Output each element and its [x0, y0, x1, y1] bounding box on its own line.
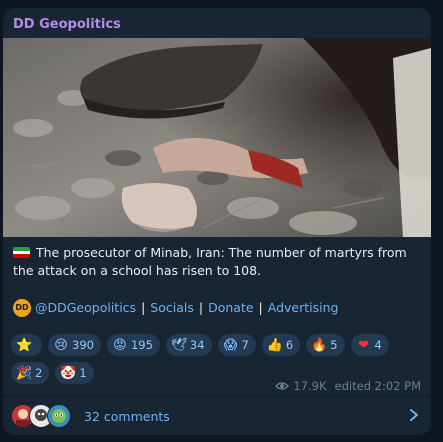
dd-logo-icon: DD	[13, 299, 31, 317]
donate-link[interactable]: Donate	[208, 299, 253, 317]
photo-image	[3, 38, 431, 237]
dove-icon: 🕊	[170, 337, 188, 353]
reaction-angry[interactable]: 😡 195	[106, 334, 160, 356]
view-count: 17.9K	[293, 379, 327, 393]
reaction-count: 390	[72, 338, 94, 352]
message-body: The prosecutor of Minab, Iran: The numbe…	[13, 245, 407, 278]
heart-icon: ❤	[358, 337, 369, 353]
thumbs-up-icon: 👍	[266, 337, 284, 353]
iran-flag-icon	[13, 247, 30, 258]
reaction-thumbs-up[interactable]: 👍 6	[261, 334, 301, 356]
reaction-count: 5	[330, 338, 338, 352]
reaction-heart[interactable]: ❤ 4	[350, 334, 389, 356]
comments-label: 32 comments	[84, 408, 170, 424]
channel-links: DD @DDGeopolitics | Socials | Donate | A…	[13, 299, 338, 317]
angry-face-icon: 😡	[113, 337, 127, 353]
reaction-party[interactable]: 🎉 2	[11, 362, 50, 384]
channel-name[interactable]: DD Geopolitics	[13, 17, 121, 32]
commenter-avatars	[11, 404, 75, 428]
reaction-count: 34	[189, 338, 205, 352]
separator: |	[258, 300, 263, 315]
separator: |	[141, 300, 146, 315]
fire-icon: 🔥	[311, 337, 328, 353]
reaction-count: 195	[130, 338, 153, 352]
reaction-fire[interactable]: 🔥 5	[306, 334, 345, 356]
crying-face-icon: 😢	[54, 337, 68, 353]
message-text: The prosecutor of Minab, Iran: The numbe…	[13, 244, 423, 280]
reaction-screaming[interactable]: 😱 7	[217, 334, 256, 356]
reaction-count: 1	[79, 366, 87, 380]
reaction-count: 7	[241, 338, 249, 352]
party-popper-icon: 🎉	[16, 365, 33, 381]
reaction-count: 2	[35, 366, 43, 380]
message-photo[interactable]	[3, 38, 431, 237]
reaction-count: 4	[374, 338, 382, 352]
edited-time: edited 2:02 PM	[334, 379, 421, 393]
handle-link[interactable]: @DDGeopolitics	[35, 299, 136, 317]
separator: |	[198, 300, 204, 315]
comments-button[interactable]: 32 comments	[3, 397, 431, 435]
message-bubble: DD Geopolitics The prosecutor of Minab, …	[3, 8, 431, 435]
socials-link[interactable]: Socials	[150, 299, 194, 317]
reaction-star[interactable]: ⭐	[11, 334, 42, 356]
chevron-right-icon	[410, 409, 418, 421]
eye-icon	[275, 382, 290, 390]
advertising-link[interactable]: Advertising	[268, 299, 339, 317]
star-icon: ⭐	[16, 337, 33, 353]
reactions-bar: ⭐ 😢 390 😡 195 🕊 34 😱 7 👍 6 🔥 5 ❤ 4 🎉 2 🤡…	[11, 334, 426, 384]
clown-face-icon: 🤡	[60, 365, 77, 381]
reaction-dove[interactable]: 🕊 34	[165, 334, 212, 356]
screaming-face-icon: 😱	[223, 337, 238, 353]
reaction-crying[interactable]: 😢 390	[48, 334, 101, 356]
reaction-count: 6	[285, 338, 294, 352]
avatar	[47, 404, 71, 428]
reaction-clown[interactable]: 🤡 1	[55, 362, 94, 384]
message-meta: 17.9K edited 2:02 PM	[275, 379, 421, 393]
